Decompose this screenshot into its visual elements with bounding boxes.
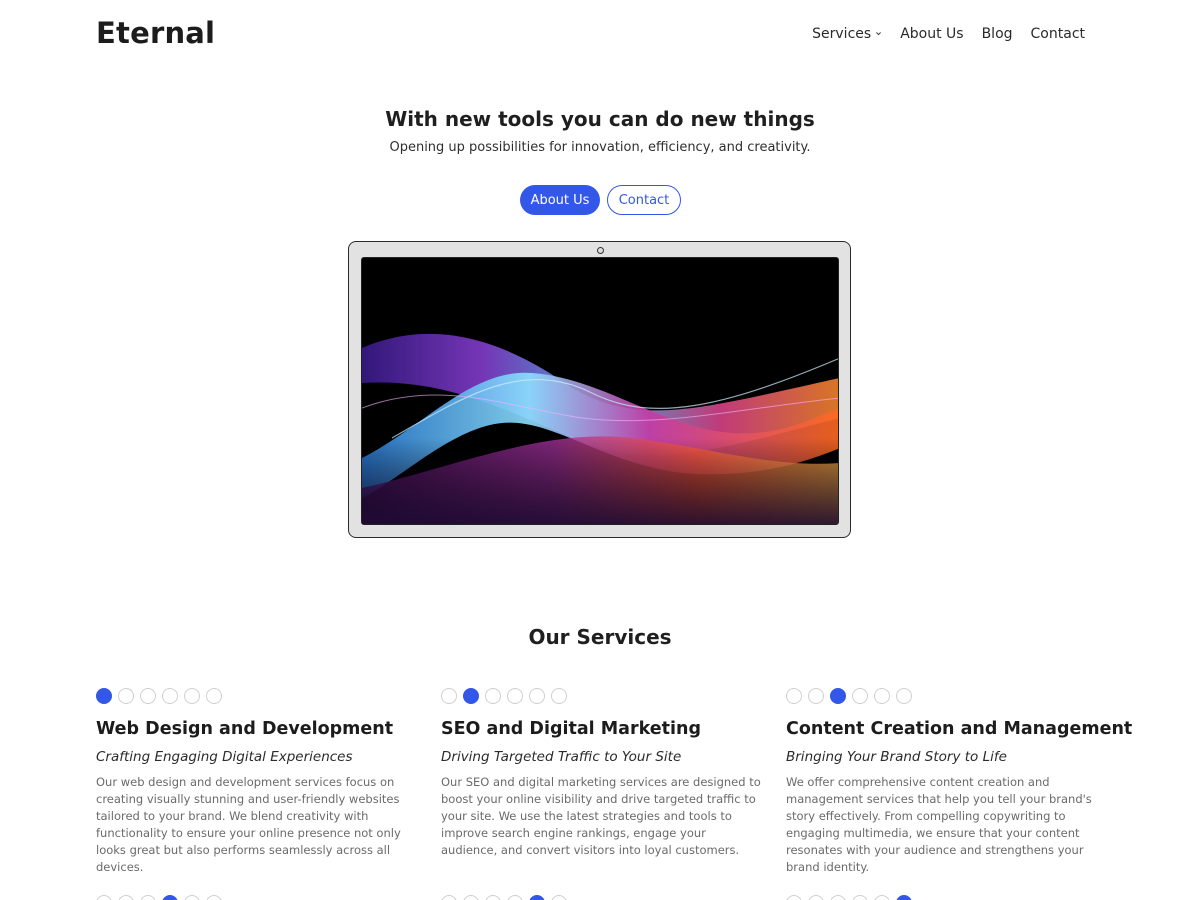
slide-indicator xyxy=(96,688,416,704)
card-description: We offer comprehensive content creation … xyxy=(786,775,1092,874)
indicator-dot[interactable] xyxy=(507,895,523,900)
slide-indicator-row2 xyxy=(96,895,222,900)
indicator-dot[interactable] xyxy=(118,688,134,704)
indicator-dot[interactable] xyxy=(874,688,890,704)
indicator-dot-active[interactable] xyxy=(830,688,846,704)
indicator-dot[interactable] xyxy=(852,895,868,900)
hero-image xyxy=(361,257,839,525)
indicator-dot[interactable] xyxy=(184,688,200,704)
abstract-wave-artwork xyxy=(362,258,838,524)
indicator-dot-active[interactable] xyxy=(896,895,912,900)
site-header: Eternal Services About Us Blog Contact xyxy=(0,0,1200,70)
indicator-dot[interactable] xyxy=(118,895,134,900)
indicator-dot[interactable] xyxy=(852,688,868,704)
hero-title: With new tools you can do new things xyxy=(385,107,815,131)
indicator-dot[interactable] xyxy=(507,688,523,704)
indicator-dot[interactable] xyxy=(485,895,501,900)
slide-indicator-row2 xyxy=(441,895,567,900)
indicator-dot[interactable] xyxy=(140,895,156,900)
site-logo[interactable]: Eternal xyxy=(96,16,215,50)
card-description: Our web design and development services … xyxy=(96,775,401,874)
nav-item-label: About Us xyxy=(900,26,964,42)
nav-item-label: Contact xyxy=(1030,26,1085,42)
service-card-seo: SEO and Digital Marketing Driving Target… xyxy=(441,688,761,859)
service-card-content: Content Creation and Management Bringing… xyxy=(786,688,1133,876)
laptop-mockup xyxy=(348,241,851,538)
nav-item-services[interactable]: Services xyxy=(812,26,882,42)
card-subtitle: Driving Targeted Traffic to Your Site xyxy=(441,749,682,765)
card-title: Web Design and Development xyxy=(96,719,394,739)
indicator-dot[interactable] xyxy=(896,688,912,704)
indicator-dot[interactable] xyxy=(184,895,200,900)
slide-indicator xyxy=(786,688,1106,704)
nav-item-label: Blog xyxy=(981,26,1013,42)
chevron-down-icon xyxy=(876,31,882,35)
indicator-dot[interactable] xyxy=(162,688,178,704)
indicator-dot[interactable] xyxy=(551,688,567,704)
service-card-web-design: Web Design and Development Crafting Enga… xyxy=(96,688,416,876)
contact-button[interactable]: Contact xyxy=(607,185,681,215)
indicator-dot[interactable] xyxy=(441,688,457,704)
indicator-dot[interactable] xyxy=(808,688,824,704)
indicator-dot-active[interactable] xyxy=(463,688,479,704)
indicator-dot[interactable] xyxy=(529,688,545,704)
about-us-button[interactable]: About Us xyxy=(520,185,600,215)
services-title: Our Services xyxy=(528,625,672,649)
indicator-dot[interactable] xyxy=(206,688,222,704)
indicator-dot[interactable] xyxy=(830,895,846,900)
nav-item-about[interactable]: About Us xyxy=(900,26,963,42)
camera-icon xyxy=(597,247,604,254)
indicator-dot[interactable] xyxy=(140,688,156,704)
indicator-dot[interactable] xyxy=(206,895,222,900)
slide-indicator xyxy=(441,688,761,704)
card-title: Content Creation and Management xyxy=(786,719,1133,739)
hero-subtitle: Opening up possibilities for innovation,… xyxy=(389,140,811,155)
indicator-dot-active[interactable] xyxy=(162,895,178,900)
indicator-dot[interactable] xyxy=(786,895,802,900)
nav-item-label: Services xyxy=(812,26,872,42)
nav-item-contact[interactable]: Contact xyxy=(1031,26,1085,42)
card-subtitle: Bringing Your Brand Story to Life xyxy=(786,749,1007,765)
indicator-dot[interactable] xyxy=(485,688,501,704)
main-nav: Services About Us Blog Contact xyxy=(812,26,1085,42)
indicator-dot-active[interactable] xyxy=(96,688,112,704)
nav-item-blog[interactable]: Blog xyxy=(982,26,1013,42)
slide-indicator-row2 xyxy=(786,895,912,900)
indicator-dot[interactable] xyxy=(808,895,824,900)
indicator-dot[interactable] xyxy=(441,895,457,900)
card-subtitle: Crafting Engaging Digital Experiences xyxy=(96,749,353,765)
indicator-dot[interactable] xyxy=(463,895,479,900)
indicator-dot[interactable] xyxy=(786,688,802,704)
indicator-dot[interactable] xyxy=(96,895,112,900)
indicator-dot[interactable] xyxy=(874,895,890,900)
indicator-dot-active[interactable] xyxy=(529,895,545,900)
card-title: SEO and Digital Marketing xyxy=(441,719,701,739)
indicator-dot[interactable] xyxy=(551,895,567,900)
card-description: Our SEO and digital marketing services a… xyxy=(441,775,761,857)
